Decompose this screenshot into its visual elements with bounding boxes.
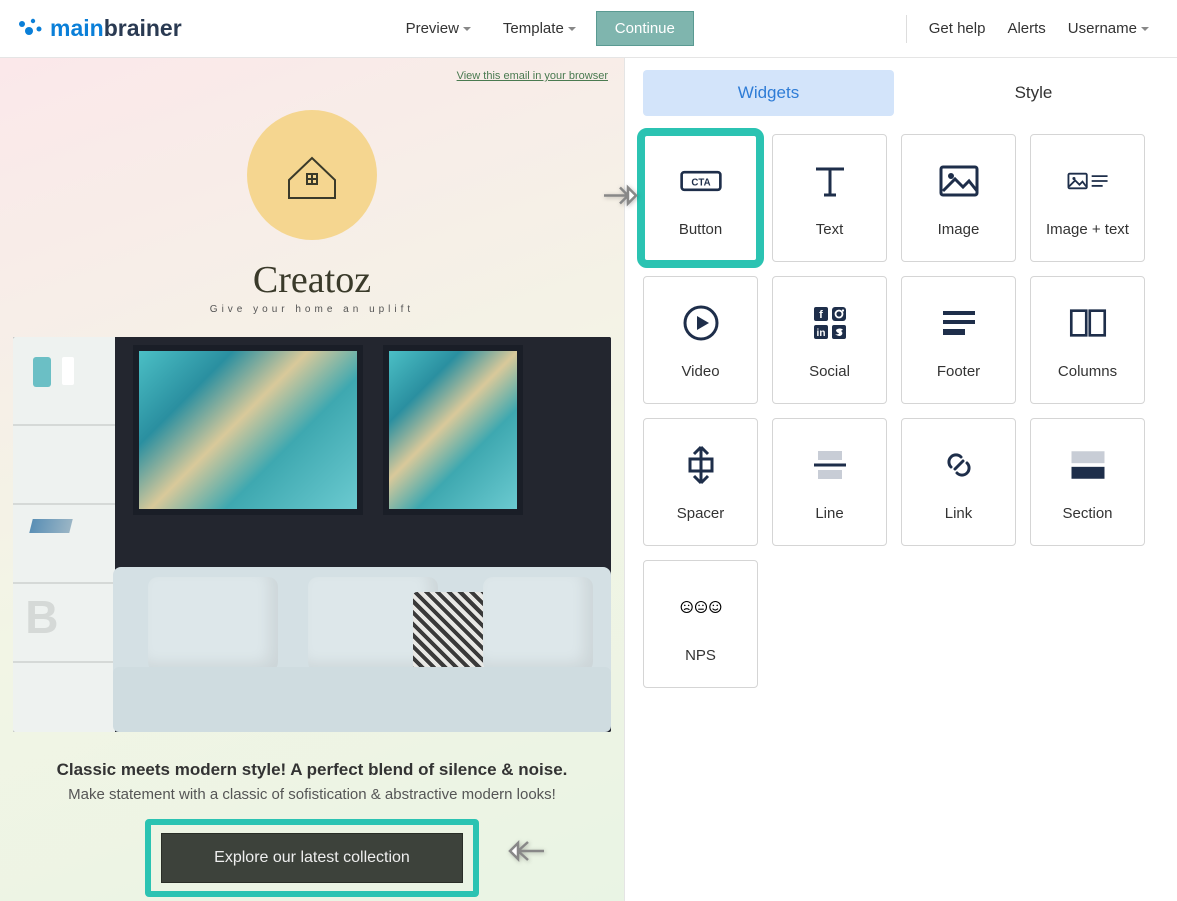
logo-dots-icon xyxy=(16,17,44,41)
widget-social[interactable]: f in Social xyxy=(772,276,887,404)
subtext: Make statement with a classic of sofisti… xyxy=(8,786,616,803)
widget-button[interactable]: CTA Button xyxy=(643,134,758,262)
widget-label: Video xyxy=(681,363,719,380)
widget-video[interactable]: Video xyxy=(643,276,758,404)
cta-button[interactable]: Explore our latest collection xyxy=(161,833,463,883)
nav-center: Preview Template Continue xyxy=(394,11,694,46)
link-icon xyxy=(937,443,981,487)
widget-columns[interactable]: Columns xyxy=(1030,276,1145,404)
pointer-arrow-right-icon xyxy=(602,183,640,214)
nps-icon xyxy=(679,585,723,629)
brand-tagline: Give your home an uplift xyxy=(210,304,414,315)
widget-image[interactable]: Image xyxy=(901,134,1016,262)
widget-section[interactable]: Section xyxy=(1030,418,1145,546)
tab-widgets[interactable]: Widgets xyxy=(643,70,894,116)
app-logo: mainbrainer xyxy=(16,15,182,42)
line-icon xyxy=(808,443,852,487)
view-in-browser-link[interactable]: View this email in your browser xyxy=(8,66,616,86)
chevron-down-icon xyxy=(463,27,471,31)
username-dropdown[interactable]: Username xyxy=(1068,20,1149,37)
footer-icon xyxy=(937,301,981,345)
widget-nps[interactable]: NPS xyxy=(643,560,758,688)
widget-label: NPS xyxy=(685,647,716,664)
widget-label: Spacer xyxy=(677,505,725,522)
divider xyxy=(906,15,907,43)
widget-footer[interactable]: Footer xyxy=(901,276,1016,404)
widget-label: Columns xyxy=(1058,363,1117,380)
spacer-icon xyxy=(679,443,723,487)
header-bar: mainbrainer Preview Template Continue Ge… xyxy=(0,0,1177,58)
email-canvas[interactable]: View this email in your browser Creatoz … xyxy=(0,58,625,901)
widget-label: Image + text xyxy=(1046,221,1129,238)
widget-link[interactable]: Link xyxy=(901,418,1016,546)
svg-text:in: in xyxy=(816,328,825,339)
brand-block: Creatoz Give your home an uplift xyxy=(8,110,616,315)
widget-text[interactable]: Text xyxy=(772,134,887,262)
nav-right: Get help Alerts Username xyxy=(906,15,1161,43)
widget-spacer[interactable]: Spacer xyxy=(643,418,758,546)
image-text-icon xyxy=(1066,159,1110,203)
widget-label: Link xyxy=(945,505,973,522)
alerts-link[interactable]: Alerts xyxy=(1007,20,1045,37)
widget-label: Line xyxy=(815,505,843,522)
video-icon xyxy=(679,301,723,345)
get-help-link[interactable]: Get help xyxy=(929,20,986,37)
hero-image: B xyxy=(13,337,611,732)
cta-highlight: Explore our latest collection xyxy=(145,819,479,897)
widget-line[interactable]: Line xyxy=(772,418,887,546)
tab-style[interactable]: Style xyxy=(908,70,1159,116)
widget-label: Button xyxy=(679,221,722,238)
panel-tabs: Widgets Style xyxy=(643,70,1159,116)
pointer-arrow-left-icon xyxy=(506,837,546,870)
side-panel: Widgets Style CTA Button Text xyxy=(625,58,1177,901)
brand-name: Creatoz xyxy=(253,258,371,302)
svg-text:CTA: CTA xyxy=(691,177,710,188)
text-icon xyxy=(808,159,852,203)
image-icon xyxy=(937,159,981,203)
preview-dropdown[interactable]: Preview xyxy=(394,11,483,46)
widget-label: Footer xyxy=(937,363,980,380)
widget-label: Section xyxy=(1062,505,1112,522)
continue-button[interactable]: Continue xyxy=(596,11,694,46)
social-icon: f in xyxy=(808,301,852,345)
widget-image-text[interactable]: Image + text xyxy=(1030,134,1145,262)
section-icon xyxy=(1066,443,1110,487)
svg-text:f: f xyxy=(819,309,823,321)
house-icon xyxy=(277,140,347,210)
widget-label: Social xyxy=(809,363,850,380)
widget-label: Image xyxy=(938,221,980,238)
logo-text: mainbrainer xyxy=(50,15,182,42)
chevron-down-icon xyxy=(568,27,576,31)
widget-label: Text xyxy=(816,221,844,238)
chevron-down-icon xyxy=(1141,27,1149,31)
cta-icon: CTA xyxy=(679,159,723,203)
widget-grid: CTA Button Text Image xyxy=(643,134,1159,688)
house-badge xyxy=(247,110,377,240)
headline-text: Classic meets modern style! A perfect bl… xyxy=(8,760,616,780)
template-dropdown[interactable]: Template xyxy=(491,11,588,46)
columns-icon xyxy=(1066,301,1110,345)
